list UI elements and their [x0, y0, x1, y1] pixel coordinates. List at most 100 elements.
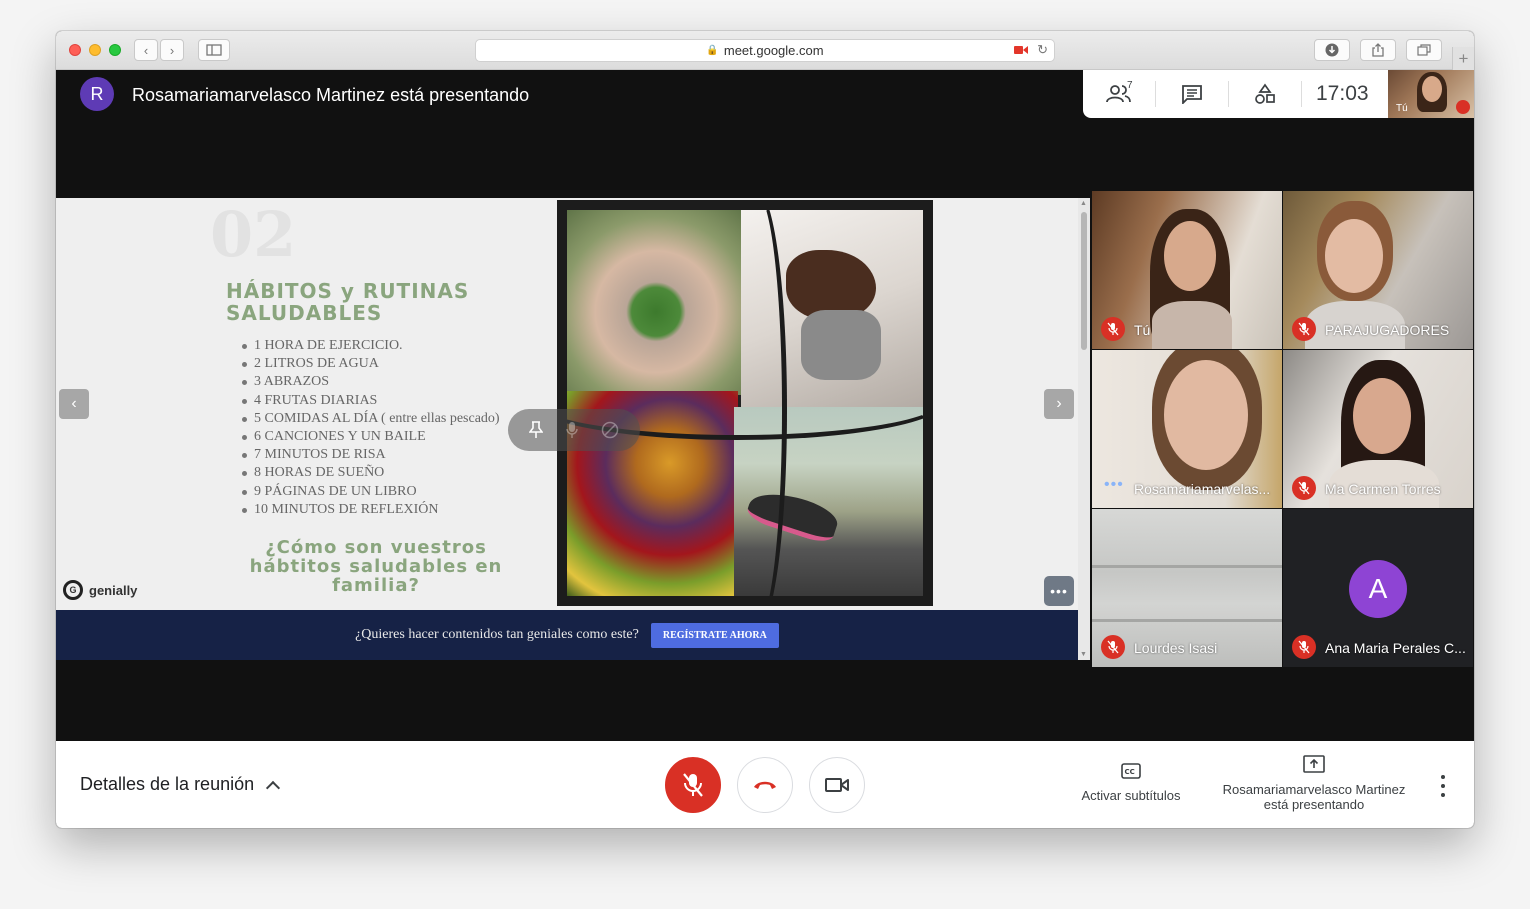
list-item: 7 MINUTOS DE RISA: [242, 446, 500, 464]
address-bar[interactable]: 🔒 meet.google.com ↻: [475, 39, 1055, 62]
participant-tile[interactable]: Ma Carmen Torres: [1283, 350, 1473, 508]
hang-up-icon: [754, 781, 776, 789]
leave-call-button[interactable]: [737, 757, 793, 813]
chat-icon: [1182, 85, 1202, 104]
reload-icon[interactable]: ↻: [1037, 42, 1048, 58]
minimize-window-button[interactable]: [89, 44, 101, 56]
video-feed: [1092, 619, 1282, 622]
slide-scrollbar[interactable]: ▲ ▼: [1078, 198, 1090, 660]
zoom-window-button[interactable]: [109, 44, 121, 56]
self-view-thumbnail[interactable]: Tú: [1388, 70, 1474, 118]
participant-name: Tú: [1134, 322, 1151, 338]
slide-heading: HÁBITOS y RUTINAS SALUDABLES: [226, 279, 470, 325]
participant-tile[interactable]: Lourdes Isasi: [1092, 509, 1282, 667]
browser-window: ‹ › 🔒 meet.google.com ↻ + R Rosamariamar…: [56, 31, 1474, 828]
brand-label: genially: [89, 582, 138, 598]
camera-in-use-icon[interactable]: [1014, 44, 1028, 56]
self-label: Tú: [1396, 103, 1408, 114]
meeting-clock: 17:03: [1316, 82, 1369, 105]
download-icon: [1325, 43, 1339, 57]
shapes-icon: [1255, 83, 1275, 104]
list-item: 5 COMIDAS AL DÍA ( entre ellas pescado): [242, 410, 500, 428]
scroll-down-icon[interactable]: ▼: [1080, 651, 1087, 658]
dot-icon: [1441, 775, 1445, 779]
meeting-details-button[interactable]: Detalles de la reunión: [80, 774, 281, 795]
tile-hover-controls: [508, 409, 640, 451]
presenting-label: Rosamariamarvelasco Martinez está presen…: [1222, 782, 1406, 812]
meeting-controls-bar: Detalles de la reunión CC Activar subtít…: [56, 741, 1474, 828]
microphone-toggle-button[interactable]: [665, 757, 721, 813]
present-screen-icon: [1303, 755, 1325, 773]
mic-off-icon: [1292, 476, 1316, 500]
photo-collage: [557, 200, 933, 606]
presenter-avatar: R: [80, 77, 114, 111]
tabs-icon: [1417, 44, 1431, 56]
participant-name: Ma Carmen Torres: [1325, 481, 1441, 497]
list-item: 2 LITROS DE AGUA: [242, 355, 500, 373]
lock-icon: 🔒: [706, 45, 719, 56]
remove-icon: [601, 421, 618, 439]
mic-off-icon: [1101, 317, 1125, 341]
more-options-button[interactable]: [1437, 775, 1449, 797]
chevron-up-icon: [266, 780, 281, 795]
list-item: 9 PÁGINAS DE UN LIBRO: [242, 483, 500, 501]
presenter-title: Rosamariamarvelasco Martinez está presen…: [132, 85, 530, 105]
video-feed: [1164, 360, 1248, 470]
participant-tile[interactable]: A Ana Maria Perales C...: [1283, 509, 1473, 667]
participant-tile[interactable]: PARAJUGADORES: [1283, 191, 1473, 349]
chat-button[interactable]: [1156, 70, 1228, 118]
list-item: 3 ABRAZOS: [242, 373, 500, 391]
new-tab-button[interactable]: +: [1452, 47, 1474, 70]
divider: [1301, 81, 1302, 107]
video-feed: [1092, 565, 1282, 568]
slide-more-button[interactable]: •••: [1044, 576, 1074, 606]
close-window-button[interactable]: [69, 44, 81, 56]
participant-name: PARAJUGADORES: [1325, 322, 1450, 338]
list-item: 6 CANCIONES Y UN BAILE: [242, 428, 500, 446]
scrollbar-thumb[interactable]: [1081, 212, 1087, 350]
captions-label: Activar subtítulos: [1081, 788, 1181, 803]
speaking-indicator-icon: •••: [1104, 476, 1124, 493]
presenting-button[interactable]: Rosamariamarvelasco Martinez está presen…: [1216, 755, 1412, 812]
banner-text: ¿Quieres hacer contenidos tan geniales c…: [355, 627, 639, 642]
presentation-slide: 02 HÁBITOS y RUTINAS SALUDABLES 1 HORA D…: [56, 198, 1078, 610]
captions-button[interactable]: CC Activar subtítulos: [1074, 763, 1188, 803]
list-item: 1 HORA DE EJERCICIO.: [242, 337, 500, 355]
dot-icon: [1441, 793, 1445, 797]
mic-off-icon: [1101, 635, 1125, 659]
back-button[interactable]: ‹: [134, 39, 158, 61]
scroll-up-icon[interactable]: ▲: [1080, 200, 1087, 207]
pin-icon[interactable]: [529, 421, 544, 439]
activities-button[interactable]: [1229, 70, 1301, 118]
slide-question: ¿Cómo son vuestros hábtitos saludables e…: [249, 537, 503, 596]
meeting-details-label: Detalles de la reunión: [80, 774, 255, 794]
list-item: 8 HORAS DE SUEÑO: [242, 464, 500, 482]
meeting-top-bar: 7 17:03: [1083, 70, 1388, 118]
people-button[interactable]: 7: [1083, 70, 1155, 118]
sidebar-toggle-button[interactable]: [198, 39, 230, 61]
mic-off-icon: [1292, 635, 1316, 659]
browser-toolbar: ‹ › 🔒 meet.google.com ↻ +: [56, 31, 1474, 70]
forward-button[interactable]: ›: [160, 39, 184, 61]
participant-tile[interactable]: ••• Rosamariamarvelas...: [1092, 350, 1282, 508]
share-button[interactable]: [1360, 39, 1396, 61]
people-count: 7: [1127, 80, 1133, 91]
video-feed: [1353, 378, 1411, 454]
camera-icon: [825, 778, 849, 792]
url-text: meet.google.com: [723, 43, 824, 58]
genially-logo[interactable]: G genially: [63, 580, 137, 600]
mic-off-icon: [1292, 317, 1316, 341]
genially-icon: G: [63, 580, 83, 600]
collage-image: [567, 210, 923, 596]
share-icon: [1372, 43, 1384, 57]
tabs-overview-button[interactable]: [1406, 39, 1442, 61]
participant-tile[interactable]: Tú: [1092, 191, 1282, 349]
camera-toggle-button[interactable]: [809, 757, 865, 813]
video-feed: [1422, 76, 1442, 102]
prev-slide-button[interactable]: ‹: [59, 389, 89, 419]
closed-captions-icon: CC: [1121, 763, 1141, 779]
register-button[interactable]: REGÍSTRATE AHORA: [650, 622, 779, 648]
next-slide-button[interactable]: ›: [1044, 389, 1074, 419]
downloads-button[interactable]: [1314, 39, 1350, 61]
sidebar-icon: [206, 44, 222, 56]
